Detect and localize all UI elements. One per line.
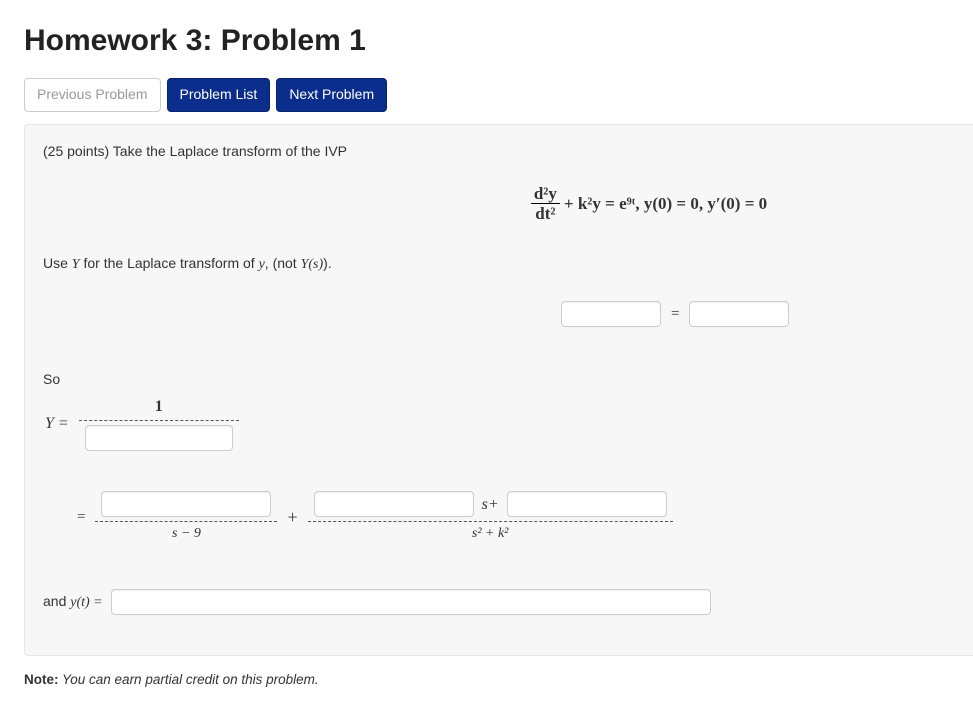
and-label: and	[43, 593, 70, 609]
lhs-input[interactable]	[561, 301, 661, 327]
problem-intro: (25 points) Take the Laplace transform o…	[43, 143, 955, 159]
ivp-equation: d²y dt² + k²y = e⁹ᵗ, y(0) = 0, y′(0) = 0	[43, 185, 955, 224]
numerator-3b-input[interactable]	[507, 491, 667, 517]
Y-equals-first-fraction: Y = 1	[45, 397, 955, 451]
equals-sign: =	[671, 306, 679, 323]
denominator-1-input[interactable]	[85, 425, 233, 451]
partial-fraction-row: = s − 9 + s+ s² + k²	[77, 491, 955, 543]
y-of-t-input[interactable]	[111, 589, 711, 615]
s-plus-label: s+	[482, 495, 499, 514]
previous-problem-button[interactable]: Previous Problem	[24, 78, 161, 112]
partial-credit-note: Note: You can earn partial credit on thi…	[24, 672, 973, 687]
rhs-input[interactable]	[689, 301, 789, 327]
page-title: Homework 3: Problem 1	[24, 24, 973, 58]
equation-rest: + k²y = e⁹ᵗ, y(0) = 0, y′(0) = 0	[564, 194, 767, 214]
denominator-s2-plus-k2: s² + k²	[466, 522, 515, 543]
problem-body: (25 points) Take the Laplace transform o…	[24, 124, 973, 657]
numerator-2-input[interactable]	[101, 491, 271, 517]
fraction-over-s-minus-9: s − 9	[95, 491, 277, 543]
Y-equals-label: Y =	[45, 415, 69, 433]
y-of-t-label: y(t) =	[70, 595, 102, 610]
numerator-3a-input[interactable]	[314, 491, 474, 517]
next-problem-button[interactable]: Next Problem	[276, 78, 387, 112]
denominator-s-minus-9: s − 9	[166, 522, 207, 543]
numerator-1: 1	[149, 397, 169, 420]
equals-sign-2: =	[77, 509, 85, 526]
fraction-over-s2-plus-k2: s+ s² + k²	[308, 491, 673, 543]
plus-sign: +	[287, 507, 297, 528]
laplace-equation-inputs: =	[43, 301, 955, 327]
problem-nav: Previous Problem Problem List Next Probl…	[24, 78, 973, 112]
instruction-use-Y: Use Y for the Laplace transform of y, (n…	[43, 255, 955, 273]
so-label: So	[43, 371, 955, 387]
y-of-t-row: and y(t) =	[43, 589, 955, 615]
problem-list-button[interactable]: Problem List	[167, 78, 271, 112]
fraction-d2y-dt2: d²y dt²	[531, 185, 560, 224]
